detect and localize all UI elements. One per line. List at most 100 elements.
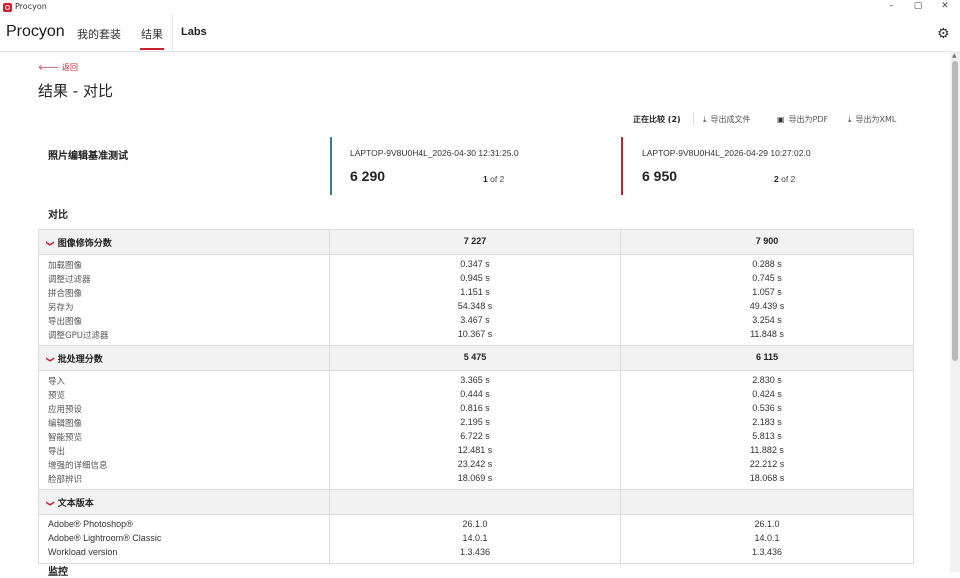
tab-results[interactable]: 结果 <box>141 26 163 42</box>
table-row: 预览 0.444 s 0.424 s <box>39 388 913 402</box>
comparison-table: ❯ 图像修饰分数 7 227 7 900 加载图像 0.347 s 0.288 s 调整过滤器… <box>38 229 914 564</box>
comparing-count[interactable]: 正在比较 (2) <box>633 114 681 125</box>
window-title: Procyon <box>15 2 47 11</box>
row-value-run-1: 1.151 s <box>460 287 490 297</box>
table-row: 调整过滤器 0.945 s 0.745 s <box>39 272 913 286</box>
minimize-button[interactable]: – <box>884 1 898 11</box>
page-title: 结果 - 对比 <box>38 82 113 100</box>
row-value-run-2: 1.3.436 <box>751 547 783 557</box>
table-row: 智能预览 6.722 s 5.813 s <box>39 430 913 444</box>
table-row: Adobe® Photoshop® 26.1.0 26.1.0 <box>39 518 913 532</box>
row-label: 应用预设 <box>48 405 83 415</box>
column-divider <box>329 490 330 514</box>
back-arrow-icon: 🡐 <box>38 63 60 72</box>
section-title[interactable]: ❯ 文本版本 <box>46 496 94 509</box>
top-nav: Procyon 我的套装 结果 Labs ⚙ <box>0 14 960 52</box>
row-value-run-1: 1.3.436 <box>459 547 491 557</box>
run-1-index: 1 of 2 <box>483 174 505 184</box>
maximize-button[interactable]: ▢ <box>911 1 925 11</box>
table-row: 拼合图像 1.151 s 1.057 s <box>39 286 913 300</box>
gear-icon[interactable]: ⚙ <box>937 26 950 42</box>
section-title[interactable]: ❯ 图像修饰分数 <box>46 236 112 249</box>
section-header[interactable]: ❯ 图像修饰分数 7 227 7 900 <box>39 230 913 255</box>
table-row: 导出图像 3.467 s 3.254 s <box>39 314 913 328</box>
row-value-run-2: 49.439 s <box>749 301 785 311</box>
export-file-button[interactable]: ⤓ 导出成文件 <box>703 114 751 125</box>
table-row: 编辑图像 2.195 s 2.183 s <box>39 416 913 430</box>
back-label: 返回 <box>62 63 78 72</box>
download-icon: ⤓ <box>848 115 852 124</box>
row-value-run-1: 10.367 s <box>457 329 493 339</box>
row-label: 增强的详细信息 <box>48 461 108 471</box>
export-pdf-button[interactable]: ▣ 导出为PDF <box>777 114 828 125</box>
actions-divider <box>693 112 694 126</box>
scrollbar-thumb[interactable] <box>952 61 958 361</box>
active-tab-indicator <box>140 48 164 50</box>
section-score-run-2: 7 900 <box>755 236 779 246</box>
row-value-run-1: 0.945 s <box>460 273 490 283</box>
row-label: 另存为 <box>48 303 74 313</box>
section-score-run-2: 6 115 <box>755 352 779 362</box>
run-2-index: 2 of 2 <box>774 174 796 184</box>
row-value-run-2: 22.212 s <box>749 459 785 469</box>
row-value-run-2: 0.536 s <box>752 403 782 413</box>
table-row: 增强的详细信息 23.242 s 22.212 s <box>39 458 913 472</box>
row-value-run-2: 1.057 s <box>752 287 782 297</box>
export-xml-button[interactable]: ⤓ 导出为XML <box>848 114 896 125</box>
table-row: 脸部辨识 18.069 s 18.068 s <box>39 472 913 486</box>
row-label: 导出图像 <box>48 317 83 327</box>
row-value-run-1: 3.365 s <box>460 375 490 385</box>
row-value-run-1: 12.481 s <box>457 445 493 455</box>
row-value-run-1: 6.722 s <box>460 431 490 441</box>
row-label: 调整过滤器 <box>48 275 91 285</box>
chevron-down-icon[interactable]: ❯ <box>46 240 55 247</box>
chevron-down-icon[interactable]: ❯ <box>46 356 55 363</box>
row-label: 导入 <box>48 377 66 387</box>
back-link[interactable]: 🡐 返回 <box>38 62 78 73</box>
section-title[interactable]: ❯ 批处理分数 <box>46 352 103 365</box>
tab-my-suites[interactable]: 我的套装 <box>77 26 121 42</box>
save-icon: ▣ <box>777 115 785 124</box>
row-value-run-1: 0.444 s <box>460 389 490 399</box>
table-row: 另存为 54.348 s 49.439 s <box>39 300 913 314</box>
close-button[interactable]: ✕ <box>938 1 952 11</box>
row-value-run-2: 0.288 s <box>752 259 782 269</box>
row-value-run-2: 11.882 s <box>750 445 784 455</box>
run-2-color-bar <box>621 137 623 195</box>
table-row: 加载图像 0.347 s 0.288 s <box>39 258 913 272</box>
section-rows: Adobe® Photoshop® 26.1.0 26.1.0 Adobe® Ligh… <box>39 515 913 564</box>
row-label: Adobe® Photoshop® <box>48 519 133 529</box>
row-value-run-1: 0.816 s <box>460 403 490 413</box>
run-1-score: 6 290 <box>350 168 386 184</box>
export-file-label: 导出成文件 <box>710 115 751 124</box>
row-value-run-2: 0.424 s <box>752 389 782 399</box>
row-label: 预览 <box>48 391 66 401</box>
tab-labs[interactable]: Labs <box>181 26 207 38</box>
run-2-name: LAPTOP-9V8U0H4L_2026-04-29 10:27:02.0 <box>642 148 811 158</box>
row-value-run-1: 23.242 s <box>457 459 493 469</box>
row-label: 导出 <box>48 447 66 457</box>
table-row: Adobe® Lightroom® Classic 14.0.1 14.0.1 <box>39 532 913 546</box>
row-label: 调整GPU过滤器 <box>48 331 109 341</box>
row-value-run-2: 18.068 s <box>749 473 785 483</box>
section-score-run-1: 7 227 <box>463 236 487 246</box>
section-header[interactable]: ❯ 批处理分数 5 475 6 115 <box>39 346 913 371</box>
scroll-up-arrow-icon[interactable]: ▲ <box>952 52 957 59</box>
chevron-down-icon[interactable]: ❯ <box>46 500 55 507</box>
app-logo-icon <box>3 3 12 12</box>
row-value-run-2: 26.1.0 <box>754 519 780 529</box>
compare-heading: 对比 <box>48 210 68 221</box>
benchmark-name: 照片编辑基准测试 <box>48 151 128 162</box>
table-row: 调整GPU过滤器 10.367 s 11.848 s <box>39 328 913 342</box>
scrollbar[interactable]: ▲ <box>950 51 960 572</box>
row-value-run-2: 2.183 s <box>752 417 782 427</box>
section-header[interactable]: ❯ 文本版本 <box>39 490 913 515</box>
table-row: Workload version 1.3.436 1.3.436 <box>39 546 913 560</box>
section-rows: 导入 3.365 s 2.830 s 预览 0.444 s 0.424 s 应用预设 0.81… <box>39 371 913 490</box>
section-rows: 加载图像 0.347 s 0.288 s 调整过滤器 0.945 s 0.745 s 拼合图… <box>39 255 913 346</box>
row-value-run-1: 2.195 s <box>460 417 490 427</box>
row-value-run-1: 18.069 s <box>457 473 493 483</box>
row-value-run-2: 0.745 s <box>752 273 782 283</box>
row-value-run-1: 0.347 s <box>460 259 490 269</box>
row-label: Adobe® Lightroom® Classic <box>48 533 162 543</box>
